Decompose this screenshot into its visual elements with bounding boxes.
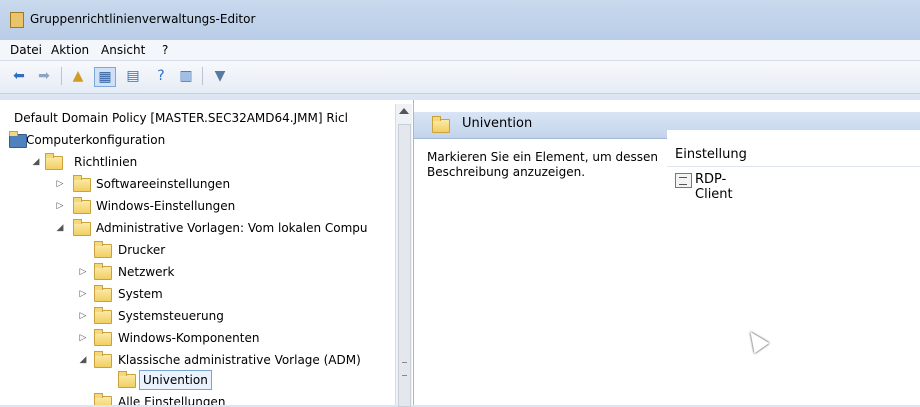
policy-setting-icon: [675, 173, 692, 188]
tree-label: Softwareeinstellungen: [96, 177, 231, 191]
back-icon[interactable]: ⬅: [9, 67, 29, 85]
expand-icon[interactable]: ▷: [78, 262, 88, 282]
expand-icon[interactable]: ▷: [78, 284, 88, 304]
menu-bar: Datei Aktion Ansicht ?: [0, 40, 920, 61]
expand-icon[interactable]: ▷: [78, 328, 88, 348]
menu-ansicht[interactable]: Ansicht: [101, 43, 145, 57]
folder-icon: [432, 116, 450, 133]
folder-icon: [73, 197, 91, 214]
window-title: Gruppenrichtlinienverwaltungs-Editor: [30, 12, 256, 26]
filter-icon[interactable]: ▼: [210, 67, 230, 85]
tree-label: System: [118, 287, 163, 301]
collapse-icon[interactable]: ◢: [31, 152, 41, 172]
folder-icon: [118, 371, 136, 388]
tree-label: Windows-Komponenten: [118, 331, 260, 345]
tree-label: Klassische administrative Vorlage (ADM): [118, 353, 361, 367]
tree-label: Windows-Einstellungen: [96, 199, 236, 213]
column-header-einstellung[interactable]: Einstellung: [667, 144, 920, 167]
scrollbar-grip: [402, 362, 407, 376]
tree-label-selected: Univention: [139, 370, 212, 390]
expand-icon[interactable]: ▷: [55, 174, 65, 194]
tree-scrollbar[interactable]: [395, 104, 412, 407]
collapse-icon[interactable]: ◢: [55, 218, 65, 238]
scroll-up-icon[interactable]: [399, 108, 409, 114]
folder-icon: [45, 153, 63, 170]
folder-icon: [94, 329, 112, 346]
toolbar-separator: [61, 67, 62, 85]
tree-label: Systemsteuerung: [118, 309, 224, 323]
column-label: Einstellung: [675, 147, 747, 162]
console-tree: Default Domain Policy [MASTER.SEC32AMD64…: [0, 100, 414, 405]
forward-icon[interactable]: ➡: [34, 67, 54, 85]
menu-help[interactable]: ?: [162, 43, 168, 57]
title-bar: Gruppenrichtlinienverwaltungs-Editor: [0, 0, 920, 40]
computer-icon: [9, 131, 27, 148]
folder-icon: [73, 219, 91, 236]
export-list-icon[interactable]: ▤: [123, 67, 143, 85]
folder-icon: [94, 241, 112, 258]
tree-label: Administrative Vorlagen: Vom lokalen Com…: [96, 221, 368, 235]
folder-icon: [94, 263, 112, 280]
details-header-title: Univention: [462, 116, 533, 131]
expand-icon[interactable]: ▷: [55, 196, 65, 216]
toolbar-separator: [202, 67, 203, 85]
folder-icon: [73, 175, 91, 192]
toolbar: ⬅ ➡ ▲ ▦ ▤ ? ▥ ▼: [0, 61, 920, 94]
show-hide-console-tree-icon[interactable]: ▦: [94, 67, 116, 87]
menu-datei[interactable]: Datei: [10, 43, 42, 57]
folder-icon: [94, 285, 112, 302]
tree-label: Drucker: [118, 243, 166, 257]
show-hide-action-pane-icon[interactable]: ▥: [176, 67, 196, 85]
tree-label: Default Domain Policy [MASTER.SEC32AMD64…: [14, 111, 348, 125]
all-settings-icon: [94, 393, 112, 405]
tree-label: Alle Einstellungen: [118, 395, 226, 405]
collapse-icon[interactable]: ◢: [78, 350, 88, 370]
tree-label: Netzwerk: [118, 265, 175, 279]
tree-label: Richtlinien: [74, 155, 138, 169]
up-folder-icon[interactable]: ▲: [68, 67, 88, 85]
menu-aktion[interactable]: Aktion: [51, 43, 89, 57]
tree-label: Computerkonfiguration: [26, 133, 166, 147]
folder-icon: [94, 351, 112, 368]
expand-icon[interactable]: ▷: [78, 306, 88, 326]
gpo-editor-icon: [10, 12, 24, 28]
description-text: Markieren Sie ein Element, um dessen Bes…: [427, 150, 658, 179]
details-pane: Univention Markieren Sie ein Element, um…: [414, 104, 920, 405]
settings-list: Einstellung RDP-Client: [667, 130, 920, 405]
folder-icon: [94, 307, 112, 324]
list-item-label: RDP-Client: [695, 172, 733, 202]
help-icon[interactable]: ?: [151, 67, 171, 85]
